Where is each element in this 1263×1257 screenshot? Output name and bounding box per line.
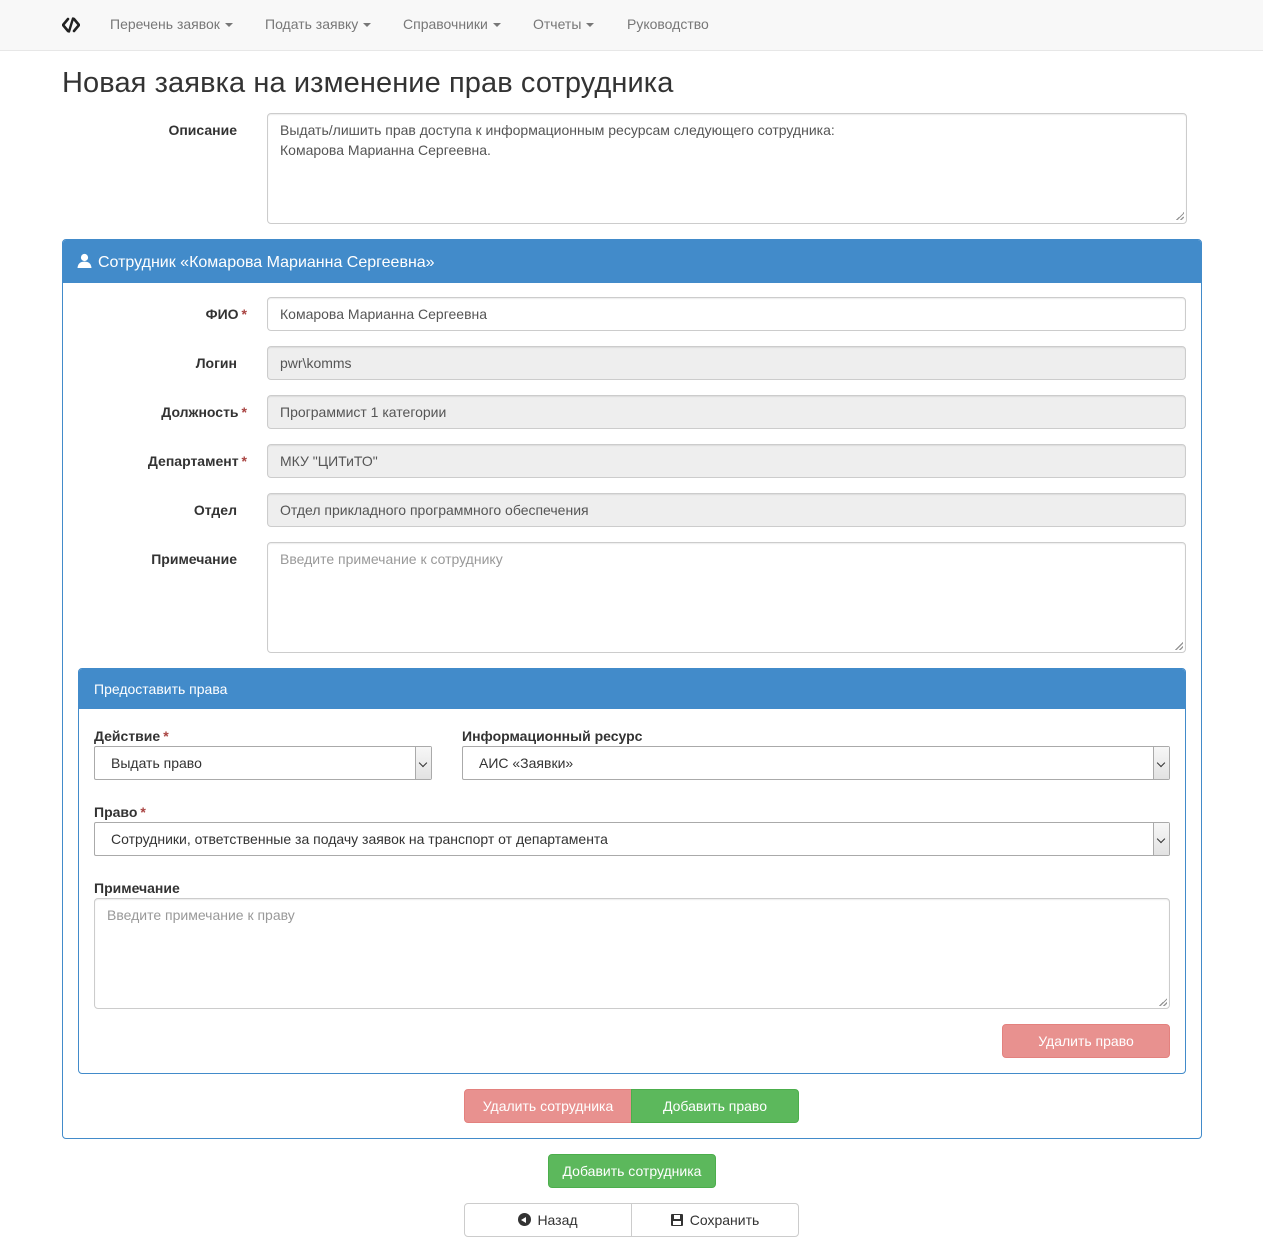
department-label-text: Департамент: [147, 453, 239, 469]
top-navbar: Перечень заявок Подать заявку Справочник…: [0, 0, 1263, 51]
required-mark: *: [140, 804, 146, 820]
division-input[interactable]: Отдел прикладного программного обеспечен…: [267, 493, 1186, 527]
department-input[interactable]: МКУ "ЦИТиТО": [267, 444, 1186, 478]
action-label-text: Действие: [94, 728, 161, 744]
action-select[interactable]: Выдать право: [94, 746, 432, 780]
required-mark: *: [241, 306, 247, 322]
nav-label: Руководство: [627, 16, 709, 32]
nav-label: Перечень заявок: [110, 16, 220, 32]
nav-label: Справочники: [403, 16, 488, 32]
nav-requests-list[interactable]: Перечень заявок: [110, 16, 233, 32]
add-right-button[interactable]: Добавить право: [631, 1089, 799, 1123]
action-label: Действие *: [94, 728, 169, 744]
login-label: Логин: [195, 355, 237, 371]
right-select[interactable]: Сотрудники, ответственные за подачу заяв…: [94, 822, 1170, 856]
caret-down-icon: [492, 23, 501, 28]
right-note-textarea[interactable]: [94, 898, 1170, 1009]
nav-label: Отчеты: [533, 16, 582, 32]
action-select-value: Выдать право: [111, 755, 202, 771]
save-button[interactable]: Сохранить: [631, 1203, 799, 1237]
code-slash-icon[interactable]: [62, 17, 80, 33]
required-mark: *: [241, 404, 247, 420]
position-label-text: Должность: [161, 404, 239, 420]
nav-reports[interactable]: Отчеты: [533, 16, 595, 32]
employee-panel-title: Сотрудник «Комарова Марианна Сергеевна»: [98, 254, 435, 271]
caret-down-icon: [363, 23, 372, 28]
division-label: Отдел: [193, 502, 237, 518]
nav-directories[interactable]: Справочники: [403, 16, 501, 32]
right-note-label: Примечание: [94, 880, 180, 896]
caret-down-icon: [586, 23, 595, 28]
chevron-down-icon: [415, 747, 431, 779]
fio-label: ФИО *: [62, 306, 247, 322]
page-title: Новая заявка на изменение прав сотрудник…: [62, 67, 674, 99]
circle-arrow-left-icon: [518, 1213, 532, 1226]
grant-rights-panel-header: Предоставить права: [79, 669, 1185, 709]
caret-down-icon: [224, 23, 233, 28]
delete-right-button[interactable]: Удалить право: [1002, 1024, 1170, 1058]
delete-employee-button[interactable]: Удалить сотрудника: [464, 1089, 632, 1123]
employee-panel-header: Сотрудник «Комарова Марианна Сергеевна»: [63, 240, 1201, 283]
employee-note-label: Примечание: [151, 551, 237, 567]
resource-label: Информационный ресурс: [462, 728, 643, 744]
resource-select-value: АИС «Заявки»: [479, 755, 574, 771]
back-button-label: Назад: [537, 1212, 578, 1228]
user-icon: [77, 253, 92, 268]
employee-note-textarea[interactable]: [267, 542, 1186, 653]
department-label: Департамент *: [62, 453, 247, 469]
right-label-text: Право: [94, 804, 138, 820]
resize-handle-icon[interactable]: [1175, 642, 1183, 650]
chevron-down-icon: [1153, 747, 1169, 779]
resize-handle-icon[interactable]: [1176, 212, 1184, 220]
nav-submit-request[interactable]: Подать заявку: [265, 16, 372, 32]
description-textarea[interactable]: Выдать/лишить прав доступа к информацион…: [267, 113, 1187, 224]
right-select-value: Сотрудники, ответственные за подачу заяв…: [111, 831, 608, 847]
required-mark: *: [163, 728, 169, 744]
add-employee-button[interactable]: Добавить сотрудника: [548, 1154, 716, 1188]
save-button-label: Сохранить: [689, 1212, 760, 1228]
position-input[interactable]: Программист 1 категории: [267, 395, 1186, 429]
nav-manual[interactable]: Руководство: [627, 16, 709, 32]
resize-handle-icon[interactable]: [1159, 998, 1167, 1006]
fio-input[interactable]: Комарова Марианна Сергеевна: [267, 297, 1186, 331]
resource-select[interactable]: АИС «Заявки»: [462, 746, 1170, 780]
required-mark: *: [241, 453, 247, 469]
back-button[interactable]: Назад: [464, 1203, 632, 1237]
login-input[interactable]: pwr\komms: [267, 346, 1186, 380]
chevron-down-icon: [1153, 823, 1169, 855]
nav-label: Подать заявку: [265, 16, 359, 32]
right-label: Право *: [94, 804, 146, 820]
position-label: Должность *: [62, 404, 247, 420]
description-label: Описание: [168, 122, 237, 138]
fio-label-text: ФИО: [205, 306, 239, 322]
floppy-disk-icon: [670, 1214, 683, 1226]
